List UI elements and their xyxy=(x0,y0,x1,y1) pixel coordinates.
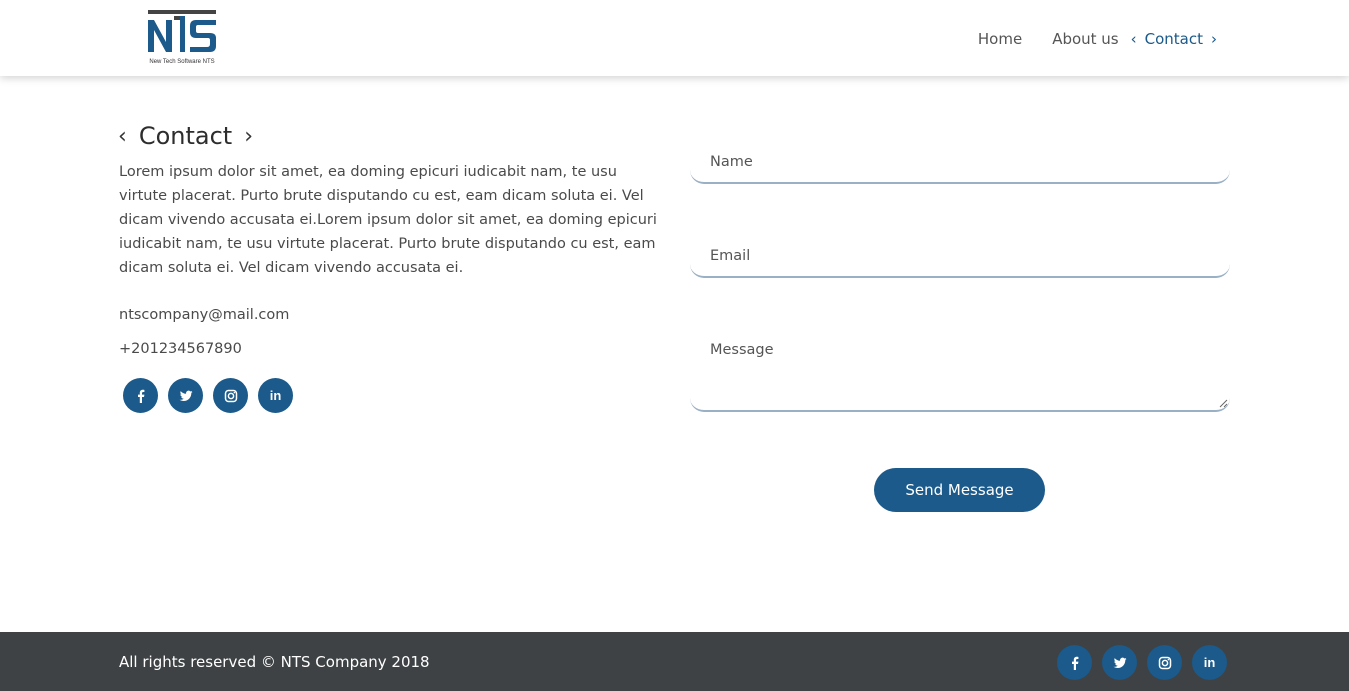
nav-home[interactable]: Home xyxy=(978,30,1022,48)
contact-phone[interactable]: +201234567890 xyxy=(119,341,242,357)
main-nav: Home About us ‹ Contact › xyxy=(948,28,1217,50)
logo-tagline: New Tech Software NTS xyxy=(149,59,215,65)
resize-handle-icon[interactable] xyxy=(1219,399,1228,408)
linkedin-icon: in xyxy=(1203,655,1216,670)
chevron-right-icon: › xyxy=(1211,30,1217,48)
instagram-icon xyxy=(1158,656,1171,669)
footer-twitter-button[interactable] xyxy=(1102,645,1137,680)
chevron-right-icon: › xyxy=(244,123,253,149)
send-message-button[interactable]: Send Message xyxy=(874,468,1045,512)
linkedin-button[interactable]: in xyxy=(258,378,293,413)
message-field[interactable]: Message xyxy=(690,338,1230,412)
twitter-button[interactable] xyxy=(168,378,203,413)
twitter-icon xyxy=(179,390,192,401)
chevron-left-icon: ‹ xyxy=(1130,30,1137,48)
footer-instagram-button[interactable] xyxy=(1147,645,1182,680)
nav-contact[interactable]: ‹ Contact › xyxy=(1131,30,1217,48)
page-title: Contact xyxy=(138,122,233,150)
name-placeholder: Name xyxy=(710,154,753,170)
logo-mark xyxy=(148,10,216,52)
nav-about[interactable]: About us xyxy=(1052,30,1118,48)
contact-heading: ‹ Contact › xyxy=(118,120,253,152)
twitter-icon xyxy=(1113,657,1126,668)
nav-contact-label: Contact xyxy=(1144,30,1203,48)
facebook-button[interactable] xyxy=(123,378,158,413)
social-links: in xyxy=(123,378,303,413)
message-placeholder: Message xyxy=(710,342,774,358)
contact-description: Lorem ipsum dolor sit amet, ea doming ep… xyxy=(119,164,657,276)
linkedin-icon: in xyxy=(269,388,282,403)
footer-social-links: in xyxy=(1057,645,1237,680)
copyright-text: All rights reserved © NTS Company 2018 xyxy=(119,653,430,671)
email-placeholder: Email xyxy=(710,248,751,264)
footer-linkedin-button[interactable]: in xyxy=(1192,645,1227,680)
instagram-button[interactable] xyxy=(213,378,248,413)
email-field[interactable]: Email xyxy=(690,244,1230,278)
chevron-left-icon: ‹ xyxy=(118,123,127,149)
instagram-icon xyxy=(224,389,237,402)
contact-email[interactable]: ntscompany@mail.com xyxy=(119,307,289,323)
name-field[interactable]: Name xyxy=(690,150,1230,184)
site-header: New Tech Software NTS Home About us ‹ Co… xyxy=(0,0,1349,76)
facebook-icon xyxy=(1071,656,1078,670)
facebook-icon xyxy=(137,389,144,403)
nts-logo[interactable]: New Tech Software NTS xyxy=(144,8,220,70)
footer-facebook-button[interactable] xyxy=(1057,645,1092,680)
